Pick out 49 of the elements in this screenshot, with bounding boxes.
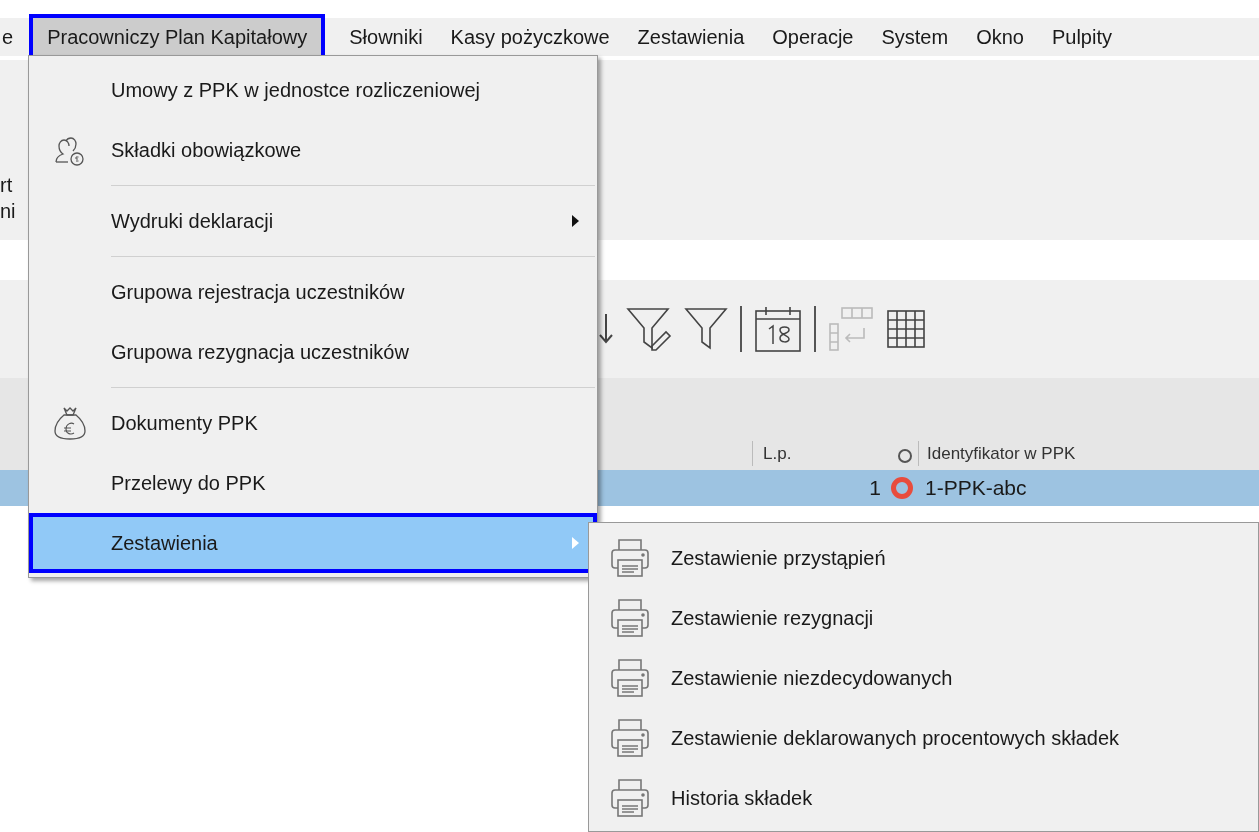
side-label: ni: [0, 199, 16, 224]
menu-item[interactable]: Grupowa rejestracja uczestników: [29, 262, 597, 322]
printer-icon: [610, 537, 650, 579]
menu-item-label: Dokumenty PPK: [111, 411, 258, 436]
menu-item[interactable]: Grupowa rezygnacja uczestników: [29, 322, 597, 382]
menu-bar-item[interactable]: Operacje: [758, 18, 868, 56]
table-cell-text: 1: [868, 475, 882, 502]
printer-icon: [610, 777, 650, 819]
menu-item-label: Grupowa rezygnacja uczestników: [111, 340, 409, 365]
menu-bar-item[interactable]: Okno: [962, 18, 1038, 56]
menu-item[interactable]: Zestawienia: [29, 513, 597, 573]
menu-item-label: Przelewy do PPK: [111, 471, 266, 496]
menu-bar-item[interactable]: Zestawienia: [623, 18, 759, 56]
submenu-item[interactable]: Zestawienie niezdecydowanych: [589, 648, 1258, 708]
filter-edit-icon[interactable]: [626, 306, 672, 352]
menu-bar-item[interactable]: Słowniki: [335, 18, 437, 56]
menu-item[interactable]: Wydruki deklaracji: [29, 191, 597, 251]
submenu-item-label: Zestawienie rezygnacji: [671, 606, 874, 631]
calendar-icon[interactable]: [754, 305, 802, 353]
menu-item[interactable]: Umowy z PPK w jednostce rozliczeniowej: [29, 60, 597, 120]
submenu-item-label: Zestawienie przystąpień: [671, 546, 886, 571]
submenu-item[interactable]: Zestawienie rezygnacji: [589, 588, 1258, 648]
menu-item-label: Składki obowiązkowe: [111, 138, 302, 163]
menu-bar-item[interactable]: e: [0, 18, 20, 56]
column-header[interactable]: L.p.: [752, 440, 900, 466]
grid-icon[interactable]: [886, 309, 926, 349]
menu-bar-item[interactable]: Pulpity: [1037, 18, 1126, 56]
menu-bar-item[interactable]: System: [867, 18, 963, 56]
status-column-icon: [898, 449, 912, 463]
side-label: rt: [0, 173, 13, 198]
submenu-item[interactable]: Zestawienie deklarowanych procentowych składek: [589, 708, 1258, 768]
menu-item[interactable]: Składki obowiązkowe: [29, 120, 597, 180]
menu-item-label: Wydruki deklaracji: [111, 209, 274, 234]
menu-item[interactable]: Dokumenty PPK: [29, 393, 597, 453]
printer-icon: [610, 597, 650, 639]
table-cell-text: 1-PPK-abc: [925, 475, 1027, 502]
printer-icon: [610, 657, 650, 699]
column-header[interactable]: Identyfikator w PPK: [918, 440, 1076, 466]
submenu-item-label: Historia składek: [671, 786, 813, 811]
menu-item-label: Umowy z PPK w jednostce rozliczeniowej: [111, 78, 481, 103]
menu-item-label: Grupowa rejestracja uczestników: [111, 280, 405, 305]
menu-item-label: Zestawienia: [111, 531, 218, 556]
menu-bar-item[interactable]: Kasy pożyczkowe: [436, 18, 624, 56]
submenu-item-label: Zestawienie deklarowanych procentowych składek: [671, 726, 1119, 751]
submenu-item[interactable]: Historia składek: [589, 768, 1258, 828]
printer-icon: [610, 717, 650, 759]
filter-icon[interactable]: [684, 306, 728, 352]
submenu-item-label: Zestawienie niezdecydowanych: [671, 666, 953, 691]
down-arrow-icon[interactable]: [598, 312, 614, 346]
